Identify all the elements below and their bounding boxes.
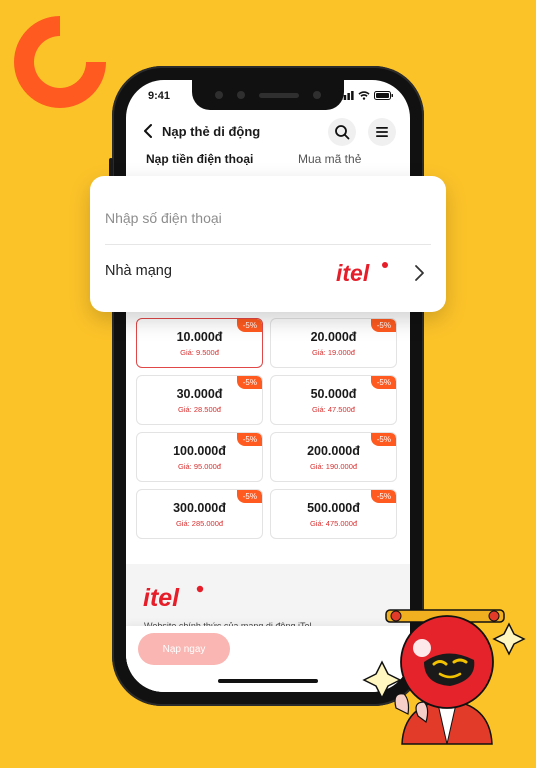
carrier-label: Nhà mạng bbox=[105, 263, 172, 279]
price-amount: 30.000đ bbox=[176, 387, 223, 401]
price-option-card[interactable]: 200.000đ Giá: 190.000đ -5% bbox=[270, 432, 397, 482]
price-value: Giá: 285.000đ bbox=[175, 519, 224, 528]
price-option-card[interactable]: 100.000đ Giá: 95.000đ -5% bbox=[136, 432, 263, 482]
price-option-card[interactable]: 500.000đ Giá: 475.000đ -5% bbox=[270, 489, 397, 539]
page-title: Nạp thẻ di động bbox=[162, 124, 261, 139]
status-time: 9:41 bbox=[148, 90, 171, 102]
battery-icon bbox=[374, 91, 393, 100]
price-amount: 50.000đ bbox=[310, 387, 357, 401]
discount-badge: -5% bbox=[370, 490, 396, 503]
submit-button[interactable]: Nạp ngay bbox=[138, 633, 230, 665]
price-value: Giá: 190.000đ bbox=[309, 462, 358, 471]
discount-badge: -5% bbox=[236, 490, 262, 503]
tab-buy-card-code[interactable]: Mua mã thẻ bbox=[298, 152, 361, 166]
chevron-left-icon[interactable] bbox=[142, 123, 154, 139]
status-icons bbox=[340, 91, 394, 100]
discount-badge: -5% bbox=[370, 376, 396, 389]
phone-notch bbox=[192, 80, 344, 110]
phone-screen: 9:41 Nạp thẻ di động Nạp tiền điện thoại… bbox=[126, 80, 410, 692]
quarter-circle-logo-icon bbox=[14, 16, 106, 108]
divider bbox=[105, 244, 431, 245]
price-option-card[interactable]: 20.000đ Giá: 19.000đ -5% bbox=[270, 318, 397, 368]
price-amount: 200.000đ bbox=[307, 444, 360, 458]
price-amount: 20.000đ bbox=[310, 330, 357, 344]
price-amount: 500.000đ bbox=[307, 501, 360, 515]
price-value: Giá: 19.000đ bbox=[312, 348, 355, 357]
tab-top-up[interactable]: Nạp tiền điện thoại bbox=[146, 152, 253, 166]
price-amount: 100.000đ bbox=[173, 444, 226, 458]
price-value: Giá: 28.500đ bbox=[178, 405, 221, 414]
price-value: Giá: 95.000đ bbox=[178, 462, 221, 471]
search-icon bbox=[335, 125, 350, 140]
wifi-icon bbox=[358, 91, 370, 100]
phone-number-input[interactable] bbox=[105, 200, 425, 236]
discount-badge: -5% bbox=[236, 433, 262, 446]
app-header: Nạp thẻ di động bbox=[126, 114, 410, 150]
discount-badge: -5% bbox=[236, 319, 262, 332]
price-amount: 300.000đ bbox=[173, 501, 226, 515]
carrier-selector[interactable]: Nhà mạng itel bbox=[90, 246, 446, 304]
price-value: Giá: 9.500đ bbox=[180, 348, 219, 357]
itel-logo: itel bbox=[143, 584, 204, 610]
price-amount: 10.000đ bbox=[176, 330, 223, 344]
mascot-character bbox=[362, 609, 526, 745]
tab-bar: Nạp tiền điện thoại Mua mã thẻ bbox=[126, 152, 410, 176]
discount-badge: -5% bbox=[370, 433, 396, 446]
svg-text:itel: itel bbox=[143, 584, 180, 610]
home-indicator bbox=[218, 679, 318, 683]
price-option-card[interactable]: 50.000đ Giá: 47.500đ -5% bbox=[270, 375, 397, 425]
svg-text:itel: itel bbox=[336, 260, 370, 286]
price-option-card[interactable]: 300.000đ Giá: 285.000đ -5% bbox=[136, 489, 263, 539]
price-option-card[interactable]: 10.000đ Giá: 9.500đ -5% bbox=[136, 318, 263, 368]
price-value: Giá: 47.500đ bbox=[312, 405, 355, 414]
price-option-card[interactable]: 30.000đ Giá: 28.500đ -5% bbox=[136, 375, 263, 425]
phone-form-card: Nhà mạng itel bbox=[90, 176, 446, 312]
chevron-right-icon bbox=[415, 265, 424, 281]
menu-button[interactable] bbox=[368, 118, 396, 146]
discount-badge: -5% bbox=[370, 319, 396, 332]
price-value: Giá: 475.000đ bbox=[309, 519, 358, 528]
search-button[interactable] bbox=[328, 118, 356, 146]
itel-logo: itel bbox=[336, 260, 388, 286]
hamburger-menu-icon bbox=[376, 127, 388, 137]
discount-badge: -5% bbox=[236, 376, 262, 389]
